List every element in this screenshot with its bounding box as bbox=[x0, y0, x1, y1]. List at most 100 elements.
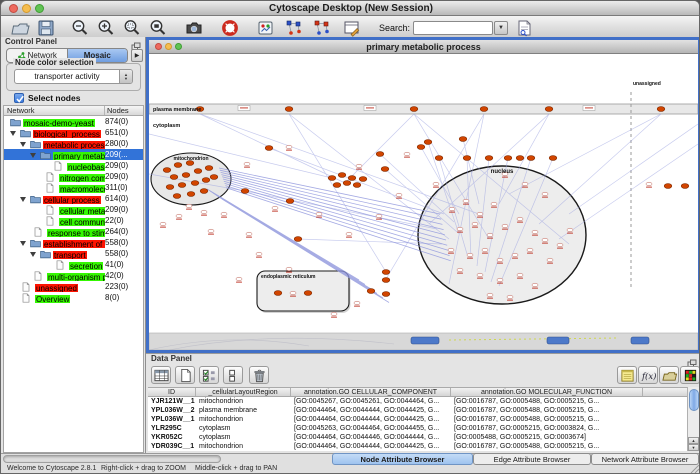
minimize-window-button[interactable] bbox=[22, 4, 31, 13]
network-node-small[interactable] bbox=[477, 212, 483, 216]
network-node[interactable] bbox=[173, 194, 181, 199]
network-node[interactable] bbox=[424, 140, 432, 145]
tree-row[interactable]: cell communicat22(0) bbox=[4, 215, 143, 226]
network-node-small[interactable] bbox=[487, 293, 493, 297]
network-node-small[interactable] bbox=[201, 210, 207, 214]
tree-row[interactable]: nitrogen compo209(0) bbox=[4, 171, 143, 182]
network-node-small[interactable] bbox=[527, 248, 533, 252]
network-node[interactable] bbox=[417, 145, 425, 150]
tree-row[interactable]: response to stimul264(0) bbox=[4, 226, 143, 237]
network-node-small[interactable] bbox=[433, 182, 439, 186]
network-node-small[interactable] bbox=[236, 277, 242, 281]
network-node[interactable] bbox=[381, 167, 389, 172]
network-window-titlebar[interactable]: primary metabolic process bbox=[149, 40, 698, 54]
network-node[interactable] bbox=[205, 166, 213, 171]
network-node-small[interactable] bbox=[517, 273, 523, 277]
tree-row[interactable]: cellular metabo209(0) bbox=[4, 204, 143, 215]
zoom-fit-button[interactable] bbox=[147, 18, 169, 38]
network-node[interactable] bbox=[285, 107, 293, 112]
network-node-small[interactable] bbox=[354, 301, 360, 305]
network-zoom-button[interactable] bbox=[175, 43, 182, 50]
tab-overflow-button[interactable]: ▶ bbox=[131, 49, 143, 62]
network-node[interactable] bbox=[274, 291, 282, 296]
network-node-small[interactable] bbox=[491, 202, 497, 206]
network-node[interactable] bbox=[333, 183, 341, 188]
tab-edge-attribute-browser[interactable]: Edge Attribute Browser bbox=[473, 453, 591, 465]
network-node-small[interactable] bbox=[542, 192, 548, 196]
network-node[interactable] bbox=[545, 107, 553, 112]
network-node[interactable] bbox=[194, 169, 202, 174]
network-node-small[interactable] bbox=[502, 224, 508, 228]
expander-icon[interactable] bbox=[28, 149, 40, 160]
new-attribute-button[interactable] bbox=[175, 366, 195, 384]
network-node-small[interactable] bbox=[487, 233, 493, 237]
network-node[interactable] bbox=[376, 152, 384, 157]
network-node[interactable] bbox=[527, 156, 535, 161]
network-node-small[interactable] bbox=[221, 212, 227, 216]
network-node-small[interactable] bbox=[507, 295, 513, 299]
table-row[interactable]: YKR052Ccytoplasm[GO:0044464, GO:0044446,… bbox=[148, 433, 687, 442]
select-nodes-checkbox[interactable] bbox=[14, 93, 24, 103]
network-node-small[interactable] bbox=[160, 222, 166, 226]
zoom-window-button[interactable] bbox=[35, 4, 44, 13]
network-node-small[interactable] bbox=[246, 232, 252, 236]
save-session-button[interactable] bbox=[35, 18, 57, 38]
col-region[interactable]: _cellularLayoutRegion bbox=[196, 388, 291, 396]
network-node-small[interactable] bbox=[404, 152, 410, 156]
network-node-small[interactable] bbox=[286, 145, 292, 149]
tab-network-attribute-browser[interactable]: Network Attribute Browser bbox=[591, 453, 699, 465]
first-neighbors-button[interactable] bbox=[283, 18, 305, 38]
network-node[interactable] bbox=[480, 107, 488, 112]
tree-row[interactable]: multi-organism pro42(0) bbox=[4, 270, 143, 281]
tree-col-network[interactable]: Network bbox=[4, 106, 105, 115]
network-node-small[interactable] bbox=[448, 248, 454, 252]
network-node-small[interactable] bbox=[272, 206, 278, 210]
col-id[interactable]: ID bbox=[148, 388, 196, 396]
tree-row[interactable]: transport558(0) bbox=[4, 248, 143, 259]
network-node[interactable] bbox=[504, 156, 512, 161]
network-node-small[interactable] bbox=[256, 252, 262, 256]
filter-window-button[interactable] bbox=[341, 18, 363, 38]
search-dropdown-button[interactable]: ▼ bbox=[494, 21, 508, 35]
col-molecular-function[interactable]: annotation.GO MOLECULAR_FUNCTION bbox=[451, 388, 643, 396]
network-node[interactable] bbox=[353, 183, 361, 188]
network-node[interactable] bbox=[348, 176, 356, 181]
network-node[interactable] bbox=[182, 173, 190, 178]
network-node[interactable] bbox=[359, 177, 367, 182]
scroll-down-button[interactable]: ▼ bbox=[688, 444, 699, 451]
network-node-small[interactable] bbox=[316, 212, 322, 216]
zoom-in-button[interactable] bbox=[95, 18, 117, 38]
network-node[interactable] bbox=[657, 107, 665, 112]
network-node[interactable] bbox=[435, 156, 443, 161]
notes-button[interactable] bbox=[617, 366, 637, 384]
network-node[interactable] bbox=[463, 156, 471, 161]
vizmapper-button[interactable] bbox=[255, 18, 277, 38]
network-node[interactable] bbox=[187, 192, 195, 197]
network-node-small[interactable] bbox=[463, 199, 469, 203]
network-node-small[interactable] bbox=[532, 230, 538, 234]
network-node-small[interactable] bbox=[244, 162, 250, 166]
network-node[interactable] bbox=[410, 107, 418, 112]
network-minimize-button[interactable] bbox=[165, 43, 172, 50]
network-node-small[interactable] bbox=[482, 248, 488, 252]
network-node[interactable] bbox=[338, 173, 346, 178]
network-node[interactable] bbox=[241, 189, 249, 194]
network-node[interactable] bbox=[202, 178, 210, 183]
table-row[interactable]: YLR295Ccytoplasm[GO:0045263, GO:0044464,… bbox=[148, 424, 687, 433]
network-node-small[interactable] bbox=[290, 291, 296, 295]
open-file-button[interactable] bbox=[9, 18, 31, 38]
table-row[interactable]: YPL036W__1mitochondrion[GO:0044464, GO:0… bbox=[148, 415, 687, 424]
network-node-small[interactable] bbox=[497, 258, 503, 262]
network-node[interactable] bbox=[265, 146, 273, 151]
unselect-attributes-button[interactable] bbox=[223, 366, 243, 384]
network-node-small[interactable] bbox=[208, 229, 214, 233]
network-node-small[interactable] bbox=[557, 243, 563, 247]
network-node-small[interactable] bbox=[356, 164, 362, 168]
zoom-selected-button[interactable] bbox=[121, 18, 143, 38]
expander-icon[interactable] bbox=[18, 193, 30, 204]
expander-icon[interactable] bbox=[28, 248, 40, 259]
network-node[interactable] bbox=[174, 163, 182, 168]
network-node-small[interactable] bbox=[376, 214, 382, 218]
tree-row[interactable]: macromolecule311(0) bbox=[4, 182, 143, 193]
heatmap-button[interactable] bbox=[680, 366, 700, 384]
